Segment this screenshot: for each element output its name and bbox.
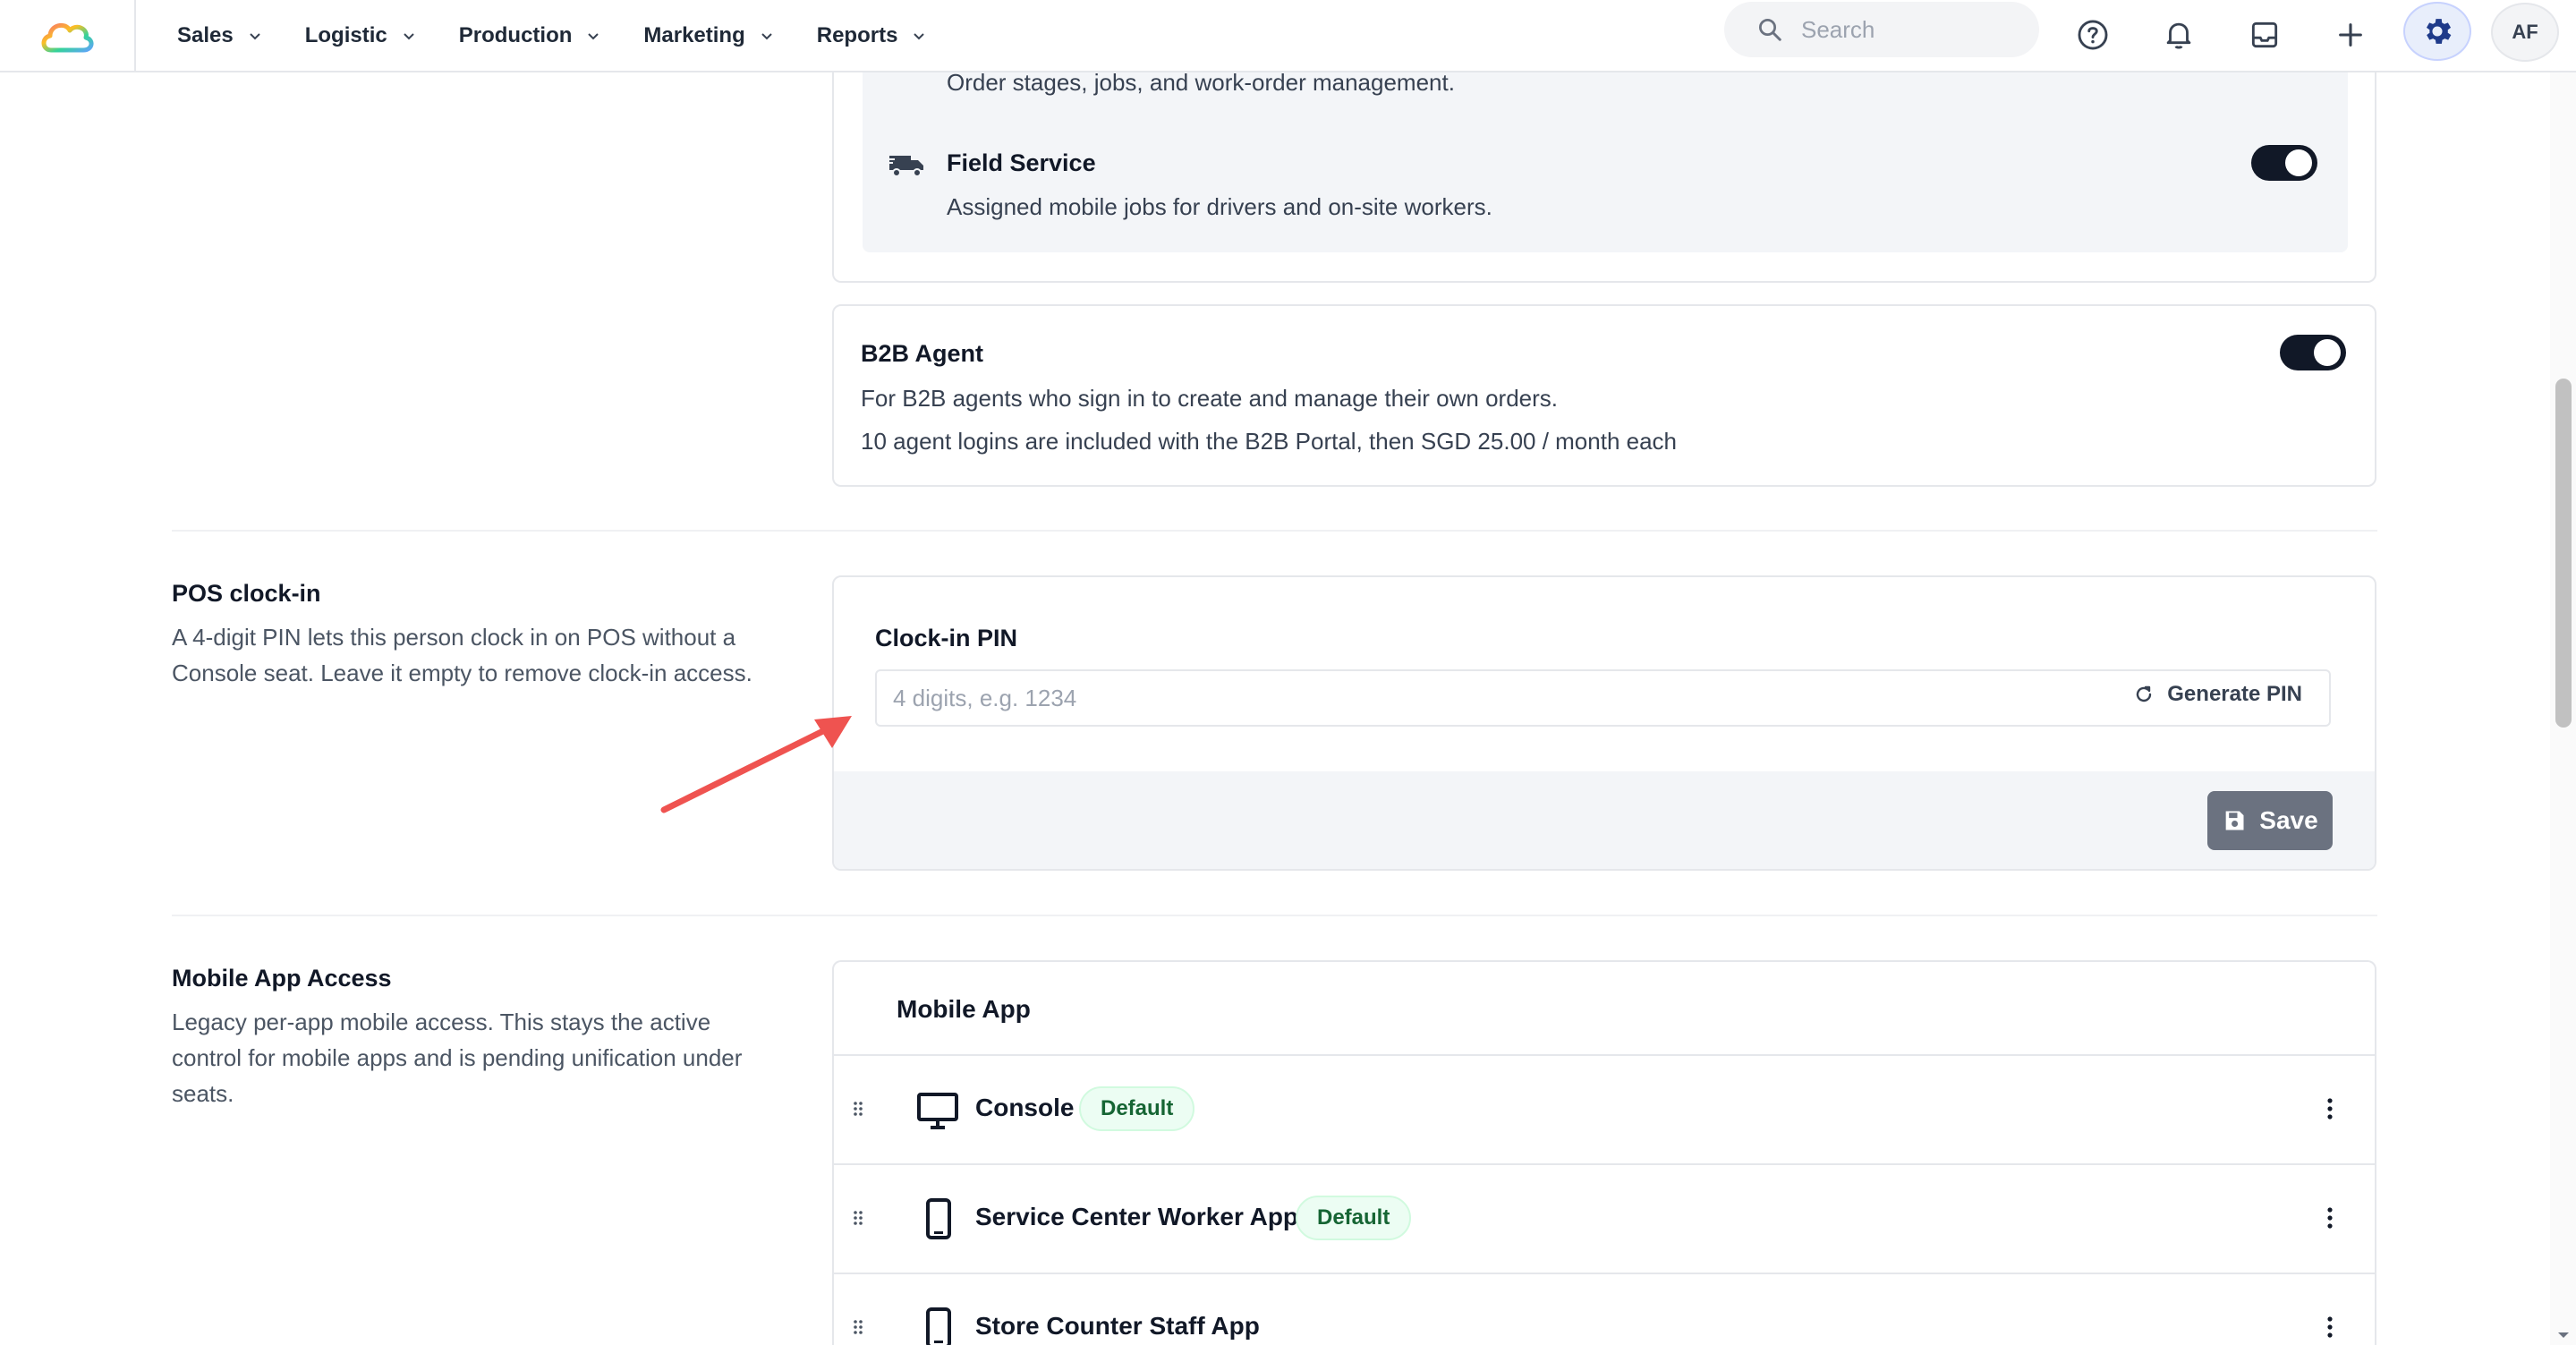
app-name: Service Center Worker App xyxy=(975,1203,1299,1230)
clock-in-pin-input[interactable]: 4 digits, e.g. 1234 Generate PIN xyxy=(875,669,2331,727)
scrollbar-thumb[interactable] xyxy=(2555,379,2572,728)
inbox-icon xyxy=(2251,21,2278,48)
mobile-desc-line: control for mobile apps and is pending u… xyxy=(172,1044,743,1071)
search-input[interactable]: Search xyxy=(1724,2,2039,57)
section-divider xyxy=(172,530,2377,532)
refresh-icon xyxy=(2137,685,2152,702)
notifications-button[interactable] xyxy=(2154,10,2204,60)
app-name: Store Counter Staff App xyxy=(975,1312,1260,1340)
mobile-section-description: Legacy per-app mobile access. This stays… xyxy=(172,1004,798,1111)
generate-pin-label: Generate PIN xyxy=(2167,682,2302,706)
inbox-button[interactable] xyxy=(2240,10,2290,60)
mobile-app-card-title: Mobile App xyxy=(897,995,1031,1023)
drag-handle-icon[interactable] xyxy=(852,1210,868,1230)
search-icon xyxy=(1759,19,1781,41)
app-row-service-center[interactable]: Service Center Worker App Default xyxy=(832,1163,2375,1273)
default-badge: Default xyxy=(1296,1196,1412,1240)
field-service-title: Field Service xyxy=(947,149,1096,176)
nav-label: Production xyxy=(458,22,573,47)
nav-logistic[interactable]: Logistic xyxy=(305,23,416,48)
scroll-down-arrow-icon[interactable] xyxy=(2555,1330,2572,1341)
pos-section-description: A 4-digit PIN lets this person clock in … xyxy=(172,619,798,691)
app-row-console[interactable]: Console Default xyxy=(832,1054,2375,1163)
app-name: Console xyxy=(975,1094,1075,1121)
floppy-disk-icon xyxy=(2225,811,2244,830)
mobile-section-title: Mobile App Access xyxy=(172,965,392,992)
save-label: Save xyxy=(2259,806,2318,834)
logo[interactable] xyxy=(0,0,136,72)
more-vertical-icon[interactable] xyxy=(2326,1206,2334,1230)
chevron-down-icon xyxy=(404,32,414,39)
main-nav: Sales Logistic Production Marketing Repo… xyxy=(177,23,969,48)
settings-button[interactable] xyxy=(2403,2,2471,61)
b2b-agent-description: For B2B agents who sign in to create and… xyxy=(861,385,1558,412)
mobile-desc-line: Legacy per-app mobile access. This stays… xyxy=(172,1009,711,1035)
clock-in-pin-label: Clock-in PIN xyxy=(875,625,1018,651)
nav-label: Sales xyxy=(177,22,234,47)
mobile-desc-line: seats. xyxy=(172,1080,234,1107)
avatar-initials: AF xyxy=(2512,21,2538,43)
save-button[interactable]: Save xyxy=(2207,791,2333,850)
b2b-agent-pricing: 10 agent logins are included with the B2… xyxy=(861,428,1678,455)
avatar[interactable]: AF xyxy=(2491,3,2559,62)
chevron-down-icon xyxy=(250,32,260,39)
nav-production[interactable]: Production xyxy=(459,23,601,48)
truck-icon xyxy=(888,156,923,177)
monitor-icon xyxy=(917,1093,958,1129)
default-badge: Default xyxy=(1079,1086,1195,1131)
nav-label: Reports xyxy=(816,22,898,47)
phone-icon xyxy=(926,1307,951,1345)
search-placeholder: Search xyxy=(1801,15,1875,43)
nav-reports[interactable]: Reports xyxy=(817,23,927,48)
more-vertical-icon[interactable] xyxy=(2326,1097,2334,1120)
b2b-agent-title: B2B Agent xyxy=(861,340,984,367)
drag-handle-icon[interactable] xyxy=(852,1101,868,1120)
cloud-logo-icon xyxy=(41,22,94,52)
more-vertical-icon[interactable] xyxy=(2326,1315,2334,1339)
annotation-arrow-icon xyxy=(660,716,852,813)
chevron-down-icon xyxy=(588,32,599,39)
chevron-down-icon xyxy=(761,32,772,39)
plus-icon xyxy=(2339,23,2362,47)
nav-sales[interactable]: Sales xyxy=(177,23,262,48)
help-button[interactable] xyxy=(2068,10,2118,60)
phone-icon xyxy=(926,1198,951,1239)
module-description: Order stages, jobs, and work-order manag… xyxy=(947,69,1455,96)
field-service-toggle[interactable] xyxy=(2251,145,2317,181)
section-divider xyxy=(172,915,2377,916)
help-icon xyxy=(2078,20,2108,50)
chevron-down-icon xyxy=(914,32,925,39)
bell-icon xyxy=(2166,22,2191,49)
nav-label: Logistic xyxy=(304,22,387,47)
nav-marketing[interactable]: Marketing xyxy=(643,23,773,48)
app-row-store-counter[interactable]: Store Counter Staff App xyxy=(832,1273,2375,1345)
pos-section-title: POS clock-in xyxy=(172,580,321,607)
pos-desc-line: A 4-digit PIN lets this person clock in … xyxy=(172,624,736,651)
drag-handle-icon[interactable] xyxy=(852,1319,868,1339)
add-button[interactable] xyxy=(2325,10,2376,60)
top-navigation-bar: Sales Logistic Production Marketing Repo… xyxy=(0,0,2576,72)
pos-card-footer xyxy=(834,771,2375,869)
nav-label: Marketing xyxy=(643,22,745,47)
generate-pin-button[interactable]: Generate PIN xyxy=(2133,682,2302,707)
field-service-description: Assigned mobile jobs for drivers and on-… xyxy=(947,193,1492,220)
gear-icon xyxy=(2426,19,2452,44)
pos-desc-line: Console seat. Leave it empty to remove c… xyxy=(172,660,752,686)
b2b-agent-toggle[interactable] xyxy=(2280,335,2346,370)
pin-placeholder: 4 digits, e.g. 1234 xyxy=(893,684,1077,711)
